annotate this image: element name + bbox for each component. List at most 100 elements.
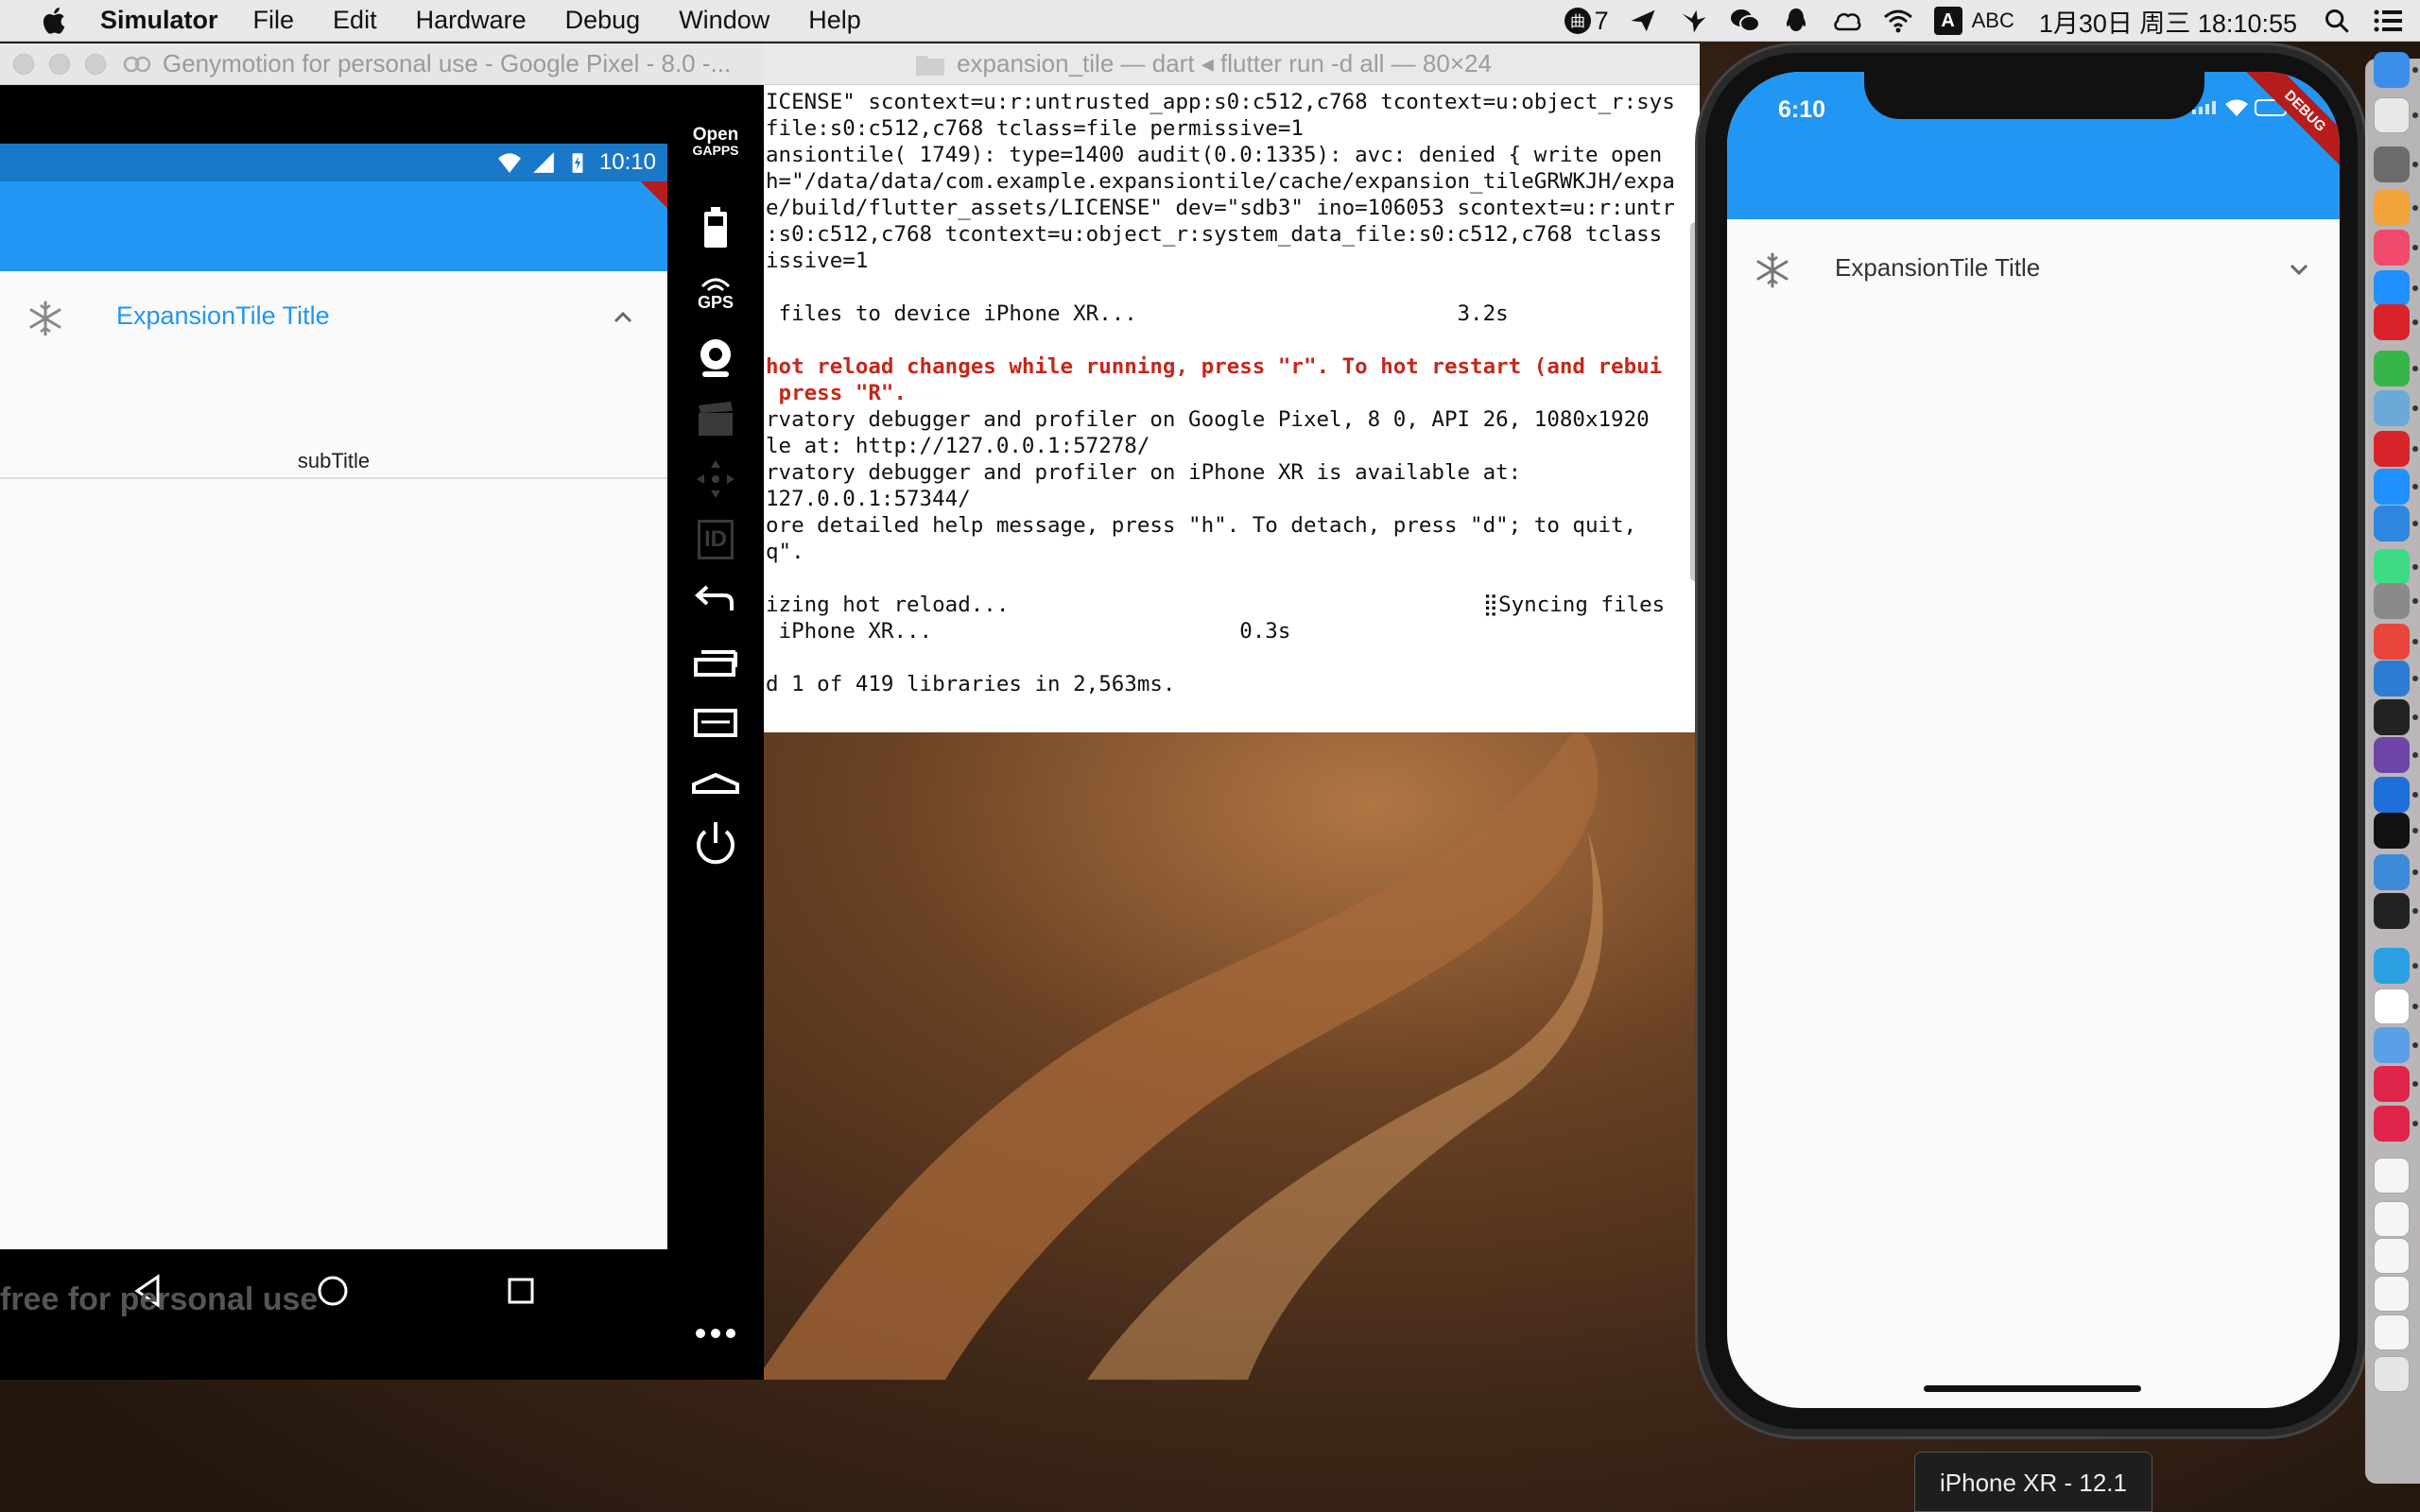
recents-nav-icon[interactable] xyxy=(502,1272,540,1310)
wechat-icon[interactable] xyxy=(2374,351,2410,387)
home-nav-icon[interactable] xyxy=(314,1272,352,1310)
android-emulator-screen[interactable]: 10:10 DEBUG ExpansionTile Title subTitle… xyxy=(0,85,667,1380)
close-window-button[interactable] xyxy=(13,53,34,75)
terminal-line: q". xyxy=(766,540,804,564)
opengapps-button[interactable]: Open GAPPS xyxy=(686,112,745,170)
trash-icon[interactable] xyxy=(2374,1356,2410,1392)
ios-expansion-tile-title: ExpansionTile Title xyxy=(1835,253,2041,282)
input-source-badge[interactable]: A xyxy=(1933,7,1962,35)
chevron-up-icon[interactable] xyxy=(609,303,637,332)
menu-file[interactable]: File xyxy=(253,6,295,35)
wifi-icon[interactable] xyxy=(1883,6,1913,36)
creative-cloud-icon[interactable] xyxy=(1832,6,1862,36)
genymotion-player-icon[interactable] xyxy=(2374,1106,2410,1142)
gps-label: GPS xyxy=(697,293,734,312)
webcam-widget-button[interactable] xyxy=(686,329,745,387)
expansion-tile-header[interactable]: ExpansionTile Title xyxy=(0,271,667,366)
vscode-icon[interactable] xyxy=(2374,661,2410,696)
genymotion-icon[interactable] xyxy=(2374,1066,2410,1102)
menu-window[interactable]: Window xyxy=(679,6,769,35)
power-button-icon[interactable] xyxy=(686,815,745,873)
wechat-status-icon[interactable] xyxy=(1730,6,1760,36)
dock-running-indicator xyxy=(2412,1081,2418,1087)
doc-3-icon[interactable] xyxy=(2374,1238,2410,1274)
browser-icon[interactable] xyxy=(2374,948,2410,984)
genymotion-sidebar: Open GAPPS GPS ID xyxy=(667,85,764,1380)
qq-status-icon[interactable] xyxy=(1781,6,1811,36)
chrome-icon[interactable] xyxy=(2374,624,2410,660)
menu-edit[interactable]: Edit xyxy=(333,6,377,35)
safari-icon[interactable] xyxy=(2374,469,2410,505)
markdown-editor-icon[interactable] xyxy=(2374,506,2410,541)
ios-home-indicator[interactable] xyxy=(1924,1385,2141,1392)
finder-icon[interactable] xyxy=(2374,52,2410,88)
ios-app-screen[interactable]: 6:10 DEBUG ExpansionTile Title xyxy=(1727,72,2340,1408)
dock-running-indicator xyxy=(2412,963,2418,969)
system-preferences-icon[interactable] xyxy=(2374,583,2410,619)
chevron-down-icon[interactable] xyxy=(2285,255,2313,284)
terminal-text: ICENSE" scontext=u:r:untrusted_app:s0:c5… xyxy=(766,89,1700,697)
launchpad-icon[interactable] xyxy=(2374,146,2410,182)
dock-running-indicator xyxy=(2412,828,2418,833)
terminal-window-title-text: expansion_tile — dart ◂ flutter run -d a… xyxy=(957,49,1492,77)
genymotion-window-title: Genymotion for personal use - Google Pix… xyxy=(123,49,731,78)
app-store-icon[interactable] xyxy=(2374,270,2410,306)
dock-running-indicator xyxy=(2412,484,2418,490)
doc-1-icon[interactable] xyxy=(2374,1158,2410,1194)
android-studio-icon[interactable] xyxy=(2374,549,2410,585)
home-button-icon[interactable] xyxy=(686,752,745,811)
terminal-output[interactable]: ICENSE" scontext=u:r:untrusted_app:s0:c5… xyxy=(764,85,1700,732)
doc-5-icon[interactable] xyxy=(2374,1314,2410,1350)
back-button-icon[interactable] xyxy=(686,573,745,631)
qq-icon[interactable] xyxy=(2374,813,2410,849)
menu-help[interactable]: Help xyxy=(808,6,861,35)
battery-widget-button[interactable] xyxy=(686,198,745,257)
expansion-tile-title: ExpansionTile Title xyxy=(116,301,330,330)
apple-menu-icon[interactable] xyxy=(38,4,72,38)
bird-status-icon[interactable] xyxy=(1679,6,1709,36)
terminal-line: le at: http://127.0.0.1:57278/ xyxy=(766,434,1150,458)
recent-apps-icon[interactable] xyxy=(686,633,745,692)
gps-widget-button[interactable]: GPS xyxy=(686,263,745,321)
dock-running-indicator xyxy=(2412,564,2418,570)
terminal-line: ore detailed help message, press "h". To… xyxy=(766,513,1637,538)
netease-music-icon[interactable] xyxy=(2374,304,2410,340)
screen-capture-button[interactable] xyxy=(686,389,745,448)
maps-pin-icon[interactable] xyxy=(2374,777,2410,813)
bilibili-status-icon[interactable]: 曲 xyxy=(1563,6,1593,36)
webstorm-icon[interactable] xyxy=(2374,699,2410,735)
menu-debug[interactable]: Debug xyxy=(565,6,641,35)
input-source-label[interactable]: ABC xyxy=(1972,9,2014,33)
doc-2-icon[interactable] xyxy=(2374,1201,2410,1237)
paper-plane-icon[interactable] xyxy=(1628,6,1658,36)
itunes-icon[interactable] xyxy=(2374,230,2410,266)
menu-app-simulator[interactable]: Simulator xyxy=(100,6,218,35)
youdao-icon[interactable] xyxy=(2374,431,2410,467)
minimize-window-button[interactable] xyxy=(49,53,70,75)
xcode-simulator-icon[interactable] xyxy=(2374,1027,2410,1063)
zoom-window-button[interactable] xyxy=(85,53,106,75)
notification-center-icon[interactable] xyxy=(2373,6,2403,36)
menu-hardware[interactable]: Hardware xyxy=(416,6,527,35)
doc-4-icon[interactable] xyxy=(2374,1276,2410,1312)
preview-icon[interactable] xyxy=(2374,390,2410,426)
photos-icon[interactable] xyxy=(2374,190,2410,226)
feedback-icon[interactable] xyxy=(2374,988,2410,1024)
ios-expansion-tile-header[interactable]: ExpansionTile Title xyxy=(1727,219,2340,314)
script-editor-icon[interactable] xyxy=(2374,97,2410,133)
terminal-window-title: expansion_tile — dart ◂ flutter run -d a… xyxy=(915,49,1492,78)
terminal-icon[interactable] xyxy=(2374,893,2410,929)
spotlight-search-icon[interactable] xyxy=(2322,6,2352,36)
xcode-icon[interactable] xyxy=(2374,854,2410,890)
menubar-clock[interactable]: 1月30日 周三 18:10:55 xyxy=(2039,3,2297,40)
more-options-icon[interactable] xyxy=(686,1304,745,1363)
dock-running-indicator xyxy=(2412,245,2418,250)
github-desktop-icon[interactable] xyxy=(2374,737,2410,773)
dpad-widget-button[interactable] xyxy=(686,450,745,508)
genymotion-titlebar[interactable]: Genymotion for personal use - Google Pix… xyxy=(0,43,764,85)
device-id-button[interactable]: ID xyxy=(686,510,745,569)
menu-button-icon[interactable] xyxy=(686,694,745,752)
terminal-titlebar[interactable]: expansion_tile — dart ◂ flutter run -d a… xyxy=(764,43,1700,85)
